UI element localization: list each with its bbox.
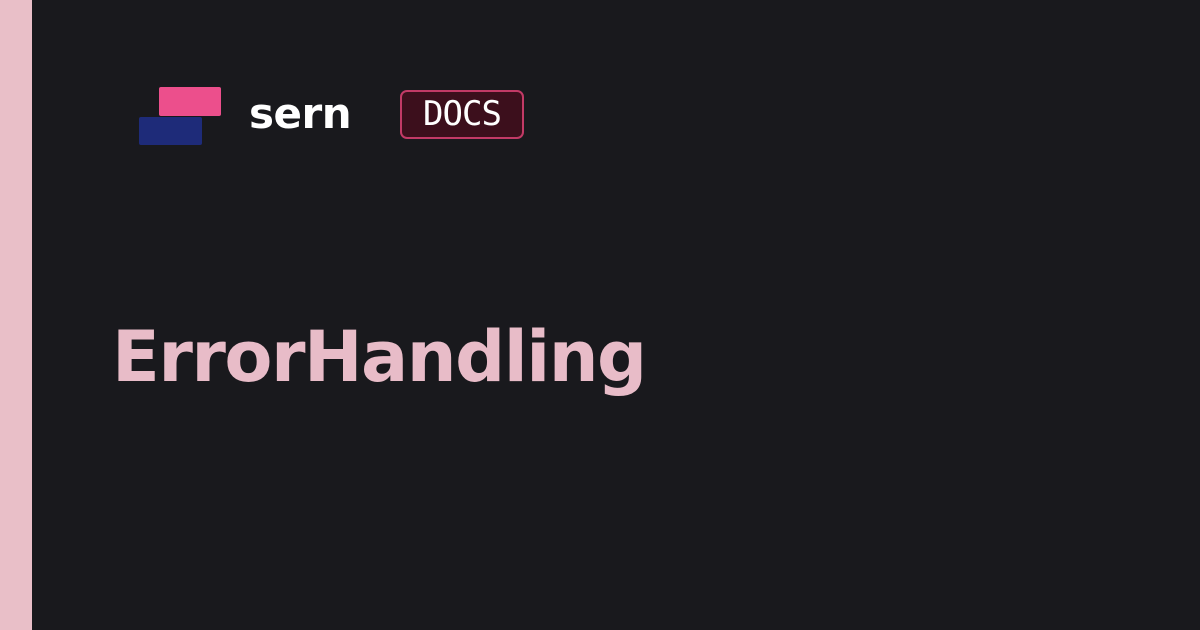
sern-logo-icon xyxy=(138,87,222,147)
docs-badge: DOCS xyxy=(400,90,524,139)
brand-name: sern xyxy=(249,89,352,138)
logo-bar-bottom xyxy=(139,117,202,145)
logo-bar-top xyxy=(159,87,221,116)
page-title: ErrorHandling xyxy=(112,316,647,398)
left-accent-stripe xyxy=(0,0,32,630)
